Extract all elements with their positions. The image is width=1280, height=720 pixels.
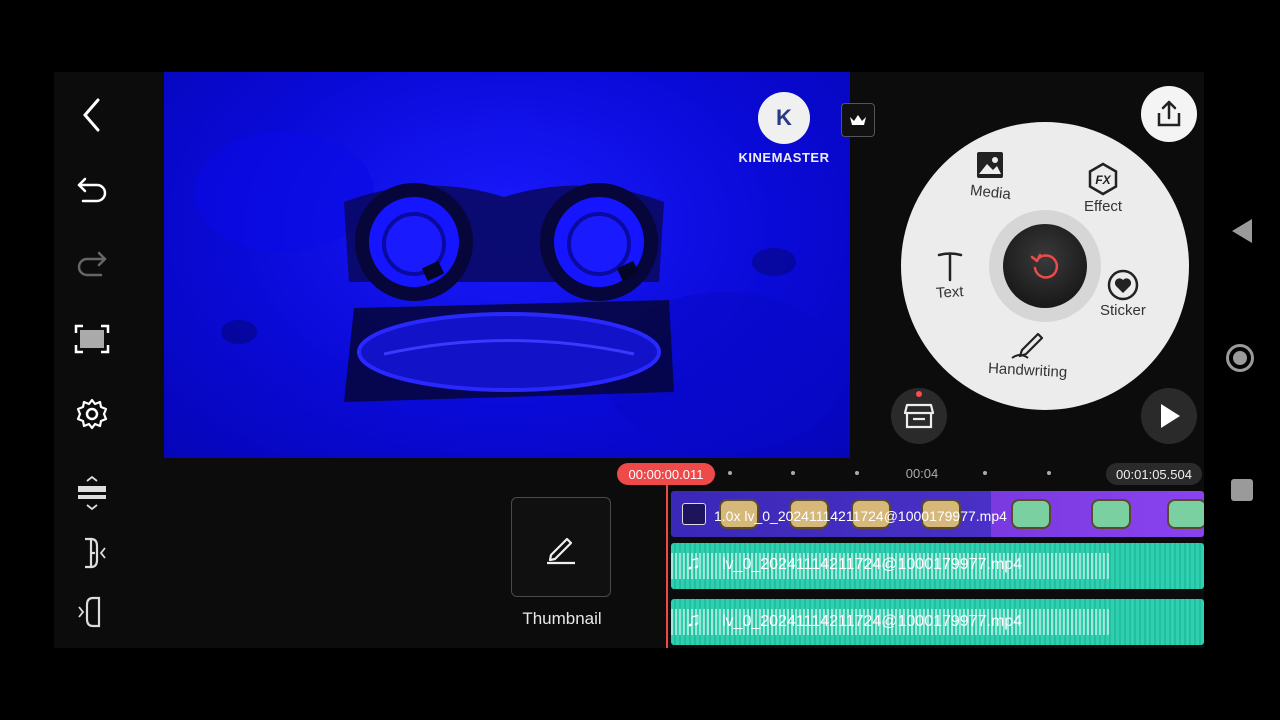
trim-right-icon: [78, 596, 101, 628]
pen-icon: [1011, 332, 1043, 359]
watermark-text: KINEMASTER: [738, 150, 830, 165]
playhead[interactable]: [666, 485, 668, 648]
export-button[interactable]: [1141, 86, 1197, 142]
total-duration-badge: 00:01:05.504: [1106, 463, 1202, 485]
system-back-button[interactable]: [1230, 218, 1254, 249]
current-time-badge: 00:00:00.011: [617, 463, 715, 485]
undo-button[interactable]: [70, 168, 114, 212]
trim-left-icon: [85, 537, 106, 569]
image-icon: [977, 152, 1004, 178]
trim-start-button[interactable]: [72, 535, 112, 571]
expand-tracks-icon: [78, 475, 106, 511]
clip-frame: [1011, 499, 1051, 529]
system-recents-button[interactable]: [1231, 479, 1253, 501]
music-note-icon: ♫: [686, 609, 701, 631]
wheel-item-handwriting[interactable]: Handwriting: [987, 328, 1068, 382]
play-button[interactable]: [1141, 388, 1197, 444]
logo-letter: K: [776, 105, 792, 130]
clip-frame: [1167, 499, 1204, 529]
audio-clip-label: lv_0_20241114211724@1000179977.mp4: [722, 556, 1023, 573]
film-icon: [682, 503, 706, 525]
video-preview[interactable]: [164, 72, 850, 458]
music-note-icon: ♫: [686, 552, 701, 574]
wheel-label-effect: Effect: [1084, 198, 1123, 215]
ruler-tick: [1047, 471, 1051, 475]
fullscreen-button[interactable]: [70, 317, 114, 361]
rotate-icon: [1030, 253, 1059, 279]
wheel-label-sticker: Sticker: [1100, 302, 1146, 319]
ruler-tick: [855, 471, 859, 475]
wheel-item-effect[interactable]: FX Effect: [1084, 162, 1122, 215]
system-home-button[interactable]: [1226, 344, 1254, 372]
wheel-item-text[interactable]: Text: [935, 250, 965, 302]
undo-icon: [77, 177, 107, 203]
thumbnail-label: Thumbnail: [522, 609, 602, 628]
wheel-item-media[interactable]: Media: [969, 150, 1012, 204]
notification-dot: [916, 391, 922, 397]
play-icon: [1161, 404, 1180, 428]
ruler-tick: [983, 471, 987, 475]
share-icon: [1157, 100, 1181, 127]
premium-button[interactable]: [841, 103, 875, 137]
fullscreen-icon: [74, 324, 110, 354]
text-icon: [937, 252, 963, 282]
redo-icon: [77, 251, 107, 277]
audio-clip-label: lv_0_20241114211724@1000179977.mp4: [722, 613, 1023, 630]
video-clip-label: 1.0x lv_0_20241114211724@1000179977.mp4: [714, 508, 1007, 524]
gear-icon: [76, 398, 108, 430]
kinemaster-logo: K: [758, 92, 810, 144]
wheel-item-sticker[interactable]: Sticker: [1100, 268, 1146, 319]
store-icon: [903, 403, 935, 429]
preview-frame-image: [194, 132, 844, 452]
ruler-tick: [728, 471, 732, 475]
wheel-label-media: Media: [969, 181, 1012, 204]
sticker-icon: [1107, 269, 1139, 301]
ruler-time-label: 00:04: [905, 466, 939, 481]
clip-frame: [1091, 499, 1131, 529]
settings-button[interactable]: [70, 392, 114, 436]
edit-pencil-icon: [547, 537, 575, 565]
wheel-label-text: Text: [935, 283, 965, 302]
fx-icon: FX: [1088, 162, 1118, 196]
redo-button[interactable]: [70, 242, 114, 286]
triangle-back-icon: [1232, 219, 1252, 243]
thumbnail-button[interactable]: [511, 497, 611, 597]
ruler-tick: [791, 471, 795, 475]
trim-end-button[interactable]: [72, 594, 112, 630]
back-button[interactable]: [70, 93, 114, 137]
crown-icon: [850, 115, 866, 125]
chevron-left-icon: [83, 98, 100, 132]
record-button[interactable]: [1003, 224, 1087, 308]
home-dot-icon: [1233, 351, 1247, 365]
track-height-button[interactable]: [72, 475, 112, 511]
svg-text:FX: FX: [1095, 173, 1111, 187]
wheel-label-handwriting: Handwriting: [987, 359, 1068, 382]
